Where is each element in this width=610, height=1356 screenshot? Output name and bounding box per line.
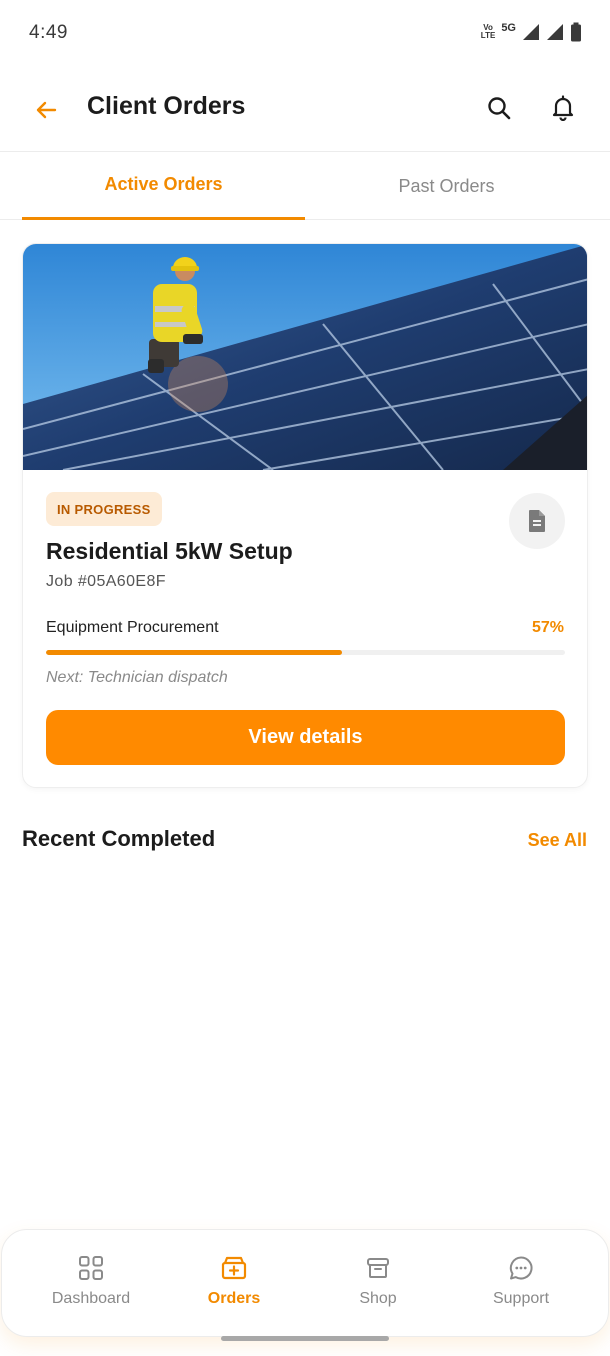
chat-icon (507, 1254, 535, 1282)
status-badge: IN PROGRESS (46, 492, 162, 526)
nav-dashboard[interactable]: Dashboard (19, 1230, 163, 1338)
nav-orders[interactable]: Orders (162, 1230, 306, 1338)
next-step: Next: Technician dispatch (46, 669, 228, 686)
status-icons: Vo LTE 5G (481, 22, 582, 42)
progress-percent: 57% (531, 619, 564, 636)
search-icon (488, 97, 511, 120)
arrow-left-icon (36, 101, 57, 119)
order-card: IN PROGRESS Residential 5kW Setup Job #0… (22, 243, 588, 788)
back-button[interactable] (30, 94, 62, 126)
signal-icon-2 (547, 24, 563, 40)
network-type: 5G (501, 22, 516, 34)
app-bar: Client Orders (0, 68, 610, 152)
home-indicator (221, 1336, 389, 1341)
bell-icon (552, 95, 574, 121)
status-bar: 4:49 Vo LTE 5G (0, 0, 610, 68)
progress-fill (46, 650, 342, 655)
see-all-link[interactable]: See All (528, 830, 587, 851)
document-button[interactable] (509, 493, 565, 549)
signal-icon (523, 24, 539, 40)
stage-label: Equipment Procurement (46, 619, 219, 636)
nav-label: Orders (207, 1290, 261, 1307)
job-id: Job #05A60E8F (46, 573, 166, 590)
volte-icon: Vo LTE (480, 23, 496, 40)
document-icon (529, 510, 545, 532)
status-time: 4:49 (29, 22, 68, 43)
nav-label: Shop (359, 1290, 397, 1307)
progress-bar (46, 650, 565, 655)
solar-installation-image (23, 244, 587, 470)
order-tabs: Active Orders Past Orders (0, 152, 610, 220)
tab-past-orders[interactable]: Past Orders (305, 152, 588, 220)
battery-icon (571, 22, 581, 42)
tab-active-orders[interactable]: Active Orders (22, 152, 305, 220)
orders-box-icon (220, 1254, 248, 1282)
job-title: Residential 5kW Setup (46, 538, 293, 564)
nav-label: Dashboard (51, 1290, 131, 1307)
recent-completed-title: Recent Completed (22, 826, 216, 851)
page-title: Client Orders (87, 92, 246, 120)
view-details-button[interactable]: View details (46, 710, 565, 765)
nav-support[interactable]: Support (449, 1230, 593, 1338)
bottom-nav: Dashboard Orders Shop Support (1, 1229, 609, 1337)
nav-shop[interactable]: Shop (306, 1230, 450, 1338)
nav-label: Support (492, 1290, 550, 1307)
grid-icon (77, 1254, 105, 1282)
search-button[interactable] (483, 92, 515, 124)
notifications-button[interactable] (547, 92, 579, 124)
shop-box-icon (364, 1254, 392, 1282)
